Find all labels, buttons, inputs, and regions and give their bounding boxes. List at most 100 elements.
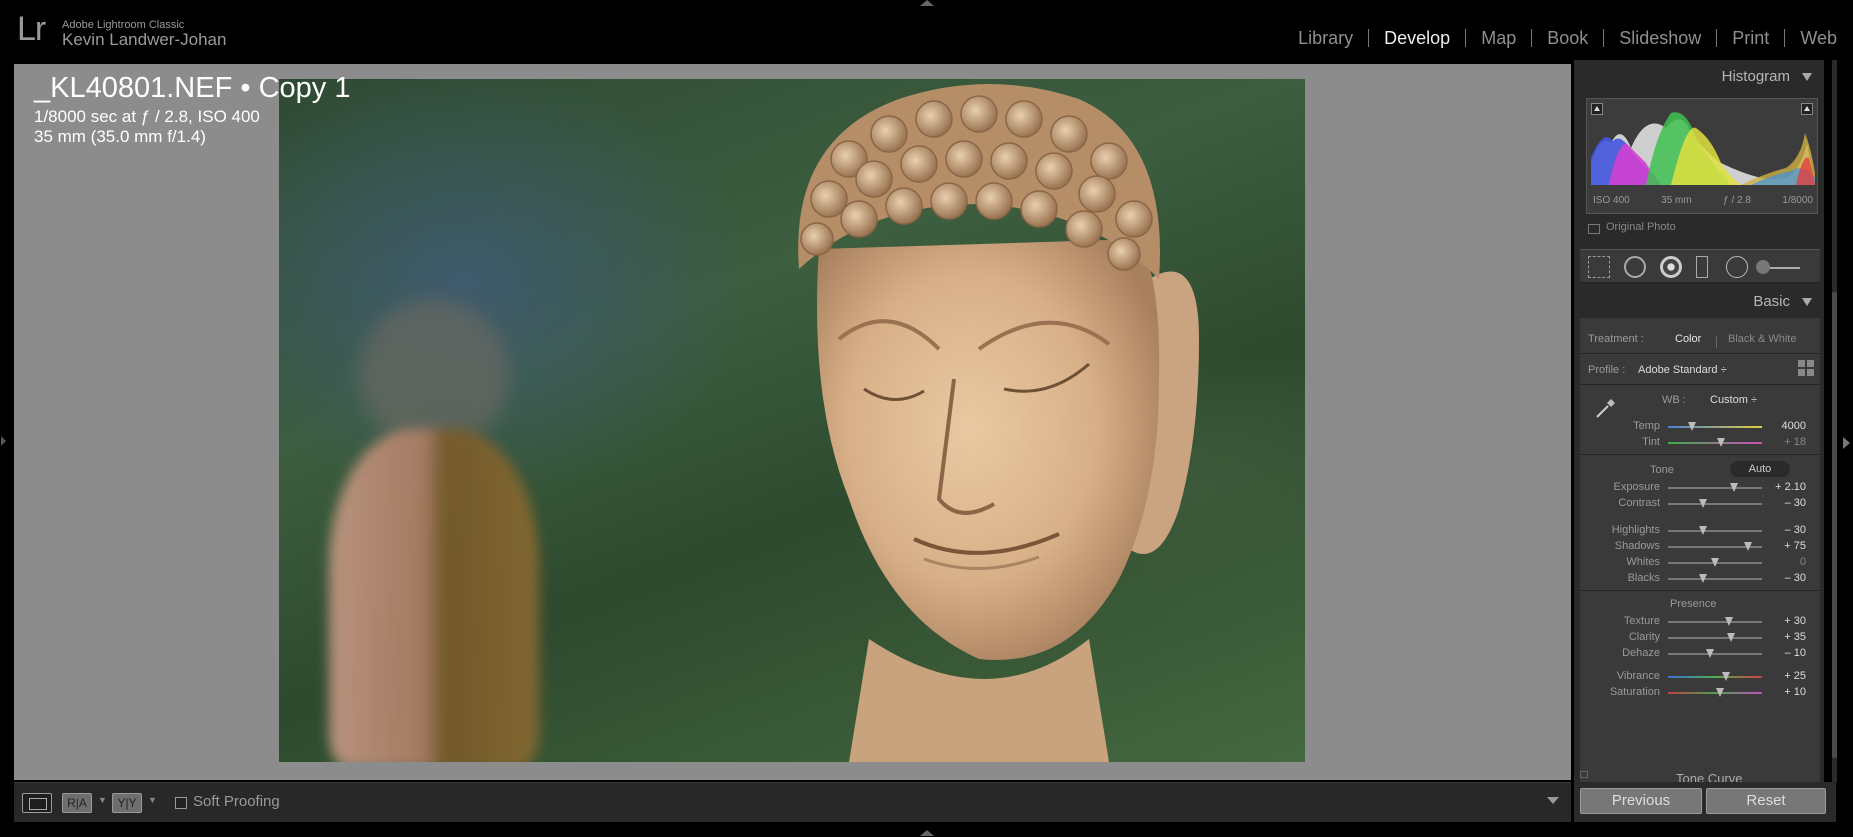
wb-eyedropper-icon[interactable] (1594, 396, 1618, 420)
auto-tone-button[interactable]: Auto (1730, 461, 1790, 477)
highlights-knob[interactable] (1698, 526, 1707, 535)
contrast-label: Contrast (1618, 497, 1660, 509)
module-web[interactable]: Web (1785, 27, 1837, 49)
before-after-left-right-button[interactable]: R|A (62, 793, 92, 813)
exposure-value[interactable]: + 2.10 (1766, 481, 1806, 493)
highlights-label: Highlights (1611, 524, 1660, 536)
hist-focal: 35 mm (1661, 195, 1692, 206)
module-slideshow[interactable]: Slideshow (1604, 27, 1716, 49)
radial-filter-icon[interactable] (1726, 256, 1748, 278)
texture-knob[interactable] (1725, 617, 1734, 626)
clarity-knob[interactable] (1726, 633, 1735, 642)
highlight-clipping-icon[interactable] (1801, 103, 1813, 115)
soft-proofing-checkbox[interactable] (175, 797, 187, 809)
wb-dropdown[interactable]: Custom ÷ (1710, 394, 1757, 406)
contrast-knob[interactable] (1698, 499, 1707, 508)
exposure-label: Exposure (1613, 481, 1660, 493)
panel-scroll-thumb[interactable] (1832, 292, 1837, 758)
tint-knob[interactable] (1716, 438, 1725, 447)
shadows-slider[interactable] (1668, 542, 1762, 551)
original-photo-checkbox[interactable] (1588, 224, 1600, 234)
module-develop[interactable]: Develop (1369, 27, 1465, 49)
tint-value[interactable]: + 18 (1766, 436, 1806, 448)
whites-label: Whites (1626, 556, 1660, 568)
blacks-slider[interactable] (1668, 574, 1762, 583)
temp-value[interactable]: 4000 (1766, 420, 1806, 432)
contrast-value[interactable]: – 30 (1766, 497, 1806, 509)
crop-tool-icon[interactable] (1588, 256, 1610, 278)
original-photo-label: Original Photo (1606, 221, 1676, 233)
saturation-value[interactable]: + 10 (1766, 686, 1806, 698)
vibrance-slider[interactable] (1668, 672, 1762, 681)
tint-slider[interactable] (1668, 438, 1762, 447)
identity-plate: Kevin Landwer-Johan (62, 30, 227, 49)
clarity-slider[interactable] (1668, 633, 1762, 642)
collapse-basic-icon[interactable] (1802, 298, 1812, 306)
right-panel-toggle-icon[interactable] (1843, 437, 1850, 449)
photo-exposure-info: 1/8000 sec at ƒ / 2.8, ISO 400 (34, 107, 260, 126)
vibrance-knob[interactable] (1722, 672, 1731, 681)
blacks-label: Blacks (1627, 572, 1660, 584)
basic-panel: Treatment : Color Black & White Profile … (1580, 318, 1820, 788)
loupe-view-button[interactable] (22, 793, 52, 813)
wb-label: WB : (1662, 394, 1686, 406)
compare-dropdown-icon[interactable]: ▼ (148, 795, 157, 805)
module-print[interactable]: Print (1717, 27, 1784, 49)
clarity-value[interactable]: + 35 (1766, 631, 1806, 643)
saturation-knob[interactable] (1715, 688, 1724, 697)
red-eye-icon[interactable] (1660, 256, 1682, 278)
basic-panel-header[interactable]: Basic (1753, 293, 1790, 310)
top-panel-toggle-icon[interactable] (920, 0, 934, 6)
texture-value[interactable]: + 30 (1766, 615, 1806, 627)
collapse-histogram-icon[interactable] (1802, 73, 1812, 81)
highlights-value[interactable]: – 30 (1766, 524, 1806, 536)
soft-proofing-label: Soft Proofing (193, 793, 280, 810)
profile-browser-icon[interactable] (1798, 360, 1814, 376)
texture-slider[interactable] (1668, 617, 1762, 626)
module-book[interactable]: Book (1532, 27, 1603, 49)
histogram-header[interactable]: Histogram (1722, 68, 1790, 85)
histogram[interactable]: ISO 400 35 mm ƒ / 2.8 1/8000 (1586, 98, 1818, 214)
shadow-clipping-icon[interactable] (1591, 103, 1603, 115)
dehaze-slider[interactable] (1668, 649, 1762, 658)
module-picker: Library Develop Map Book Slideshow Print… (1283, 27, 1837, 49)
treatment-color-button[interactable]: Color (1675, 333, 1701, 345)
dehaze-value[interactable]: – 10 (1766, 647, 1806, 659)
saturation-slider[interactable] (1668, 688, 1762, 697)
module-library[interactable]: Library (1283, 27, 1368, 49)
toolbar-content-menu-icon[interactable] (1547, 797, 1559, 804)
temp-slider[interactable] (1668, 422, 1762, 431)
photo-preview[interactable] (279, 79, 1305, 762)
shadows-value[interactable]: + 75 (1766, 540, 1806, 552)
buddha-head-image (798, 84, 1199, 762)
whites-value[interactable]: 0 (1766, 556, 1806, 568)
profile-dropdown[interactable]: Adobe Standard ÷ (1638, 364, 1727, 376)
whites-slider[interactable] (1668, 558, 1762, 567)
adjustment-brush-icon[interactable] (1756, 260, 1800, 274)
exposure-knob[interactable] (1729, 483, 1738, 492)
treatment-bw-button[interactable]: Black & White (1728, 333, 1796, 345)
filmstrip-toggle-icon[interactable] (920, 830, 934, 836)
highlights-slider[interactable] (1668, 526, 1762, 535)
shadows-knob[interactable] (1743, 542, 1752, 551)
vibrance-value[interactable]: + 25 (1766, 670, 1806, 682)
exposure-slider[interactable] (1668, 483, 1762, 492)
contrast-slider[interactable] (1668, 499, 1762, 508)
temp-knob[interactable] (1687, 422, 1696, 431)
previous-button[interactable]: Previous (1580, 788, 1702, 814)
whites-knob[interactable] (1711, 558, 1719, 567)
module-map[interactable]: Map (1466, 27, 1531, 49)
temp-label: Temp (1633, 420, 1660, 432)
graduated-filter-icon[interactable] (1696, 256, 1708, 278)
reset-button[interactable]: Reset (1706, 788, 1826, 814)
blacks-value[interactable]: – 30 (1766, 572, 1806, 584)
dehaze-knob[interactable] (1706, 649, 1715, 658)
left-panel-toggle-icon[interactable] (1, 436, 6, 446)
before-after-compare-button[interactable]: Y|Y (112, 793, 142, 813)
before-after-dropdown-icon[interactable]: ▼ (98, 795, 107, 805)
panel-end-marker[interactable] (1580, 771, 1588, 778)
shadows-label: Shadows (1614, 540, 1660, 552)
spot-removal-icon[interactable] (1624, 256, 1646, 278)
blacks-knob[interactable] (1698, 574, 1707, 583)
histogram-graph (1591, 112, 1815, 185)
